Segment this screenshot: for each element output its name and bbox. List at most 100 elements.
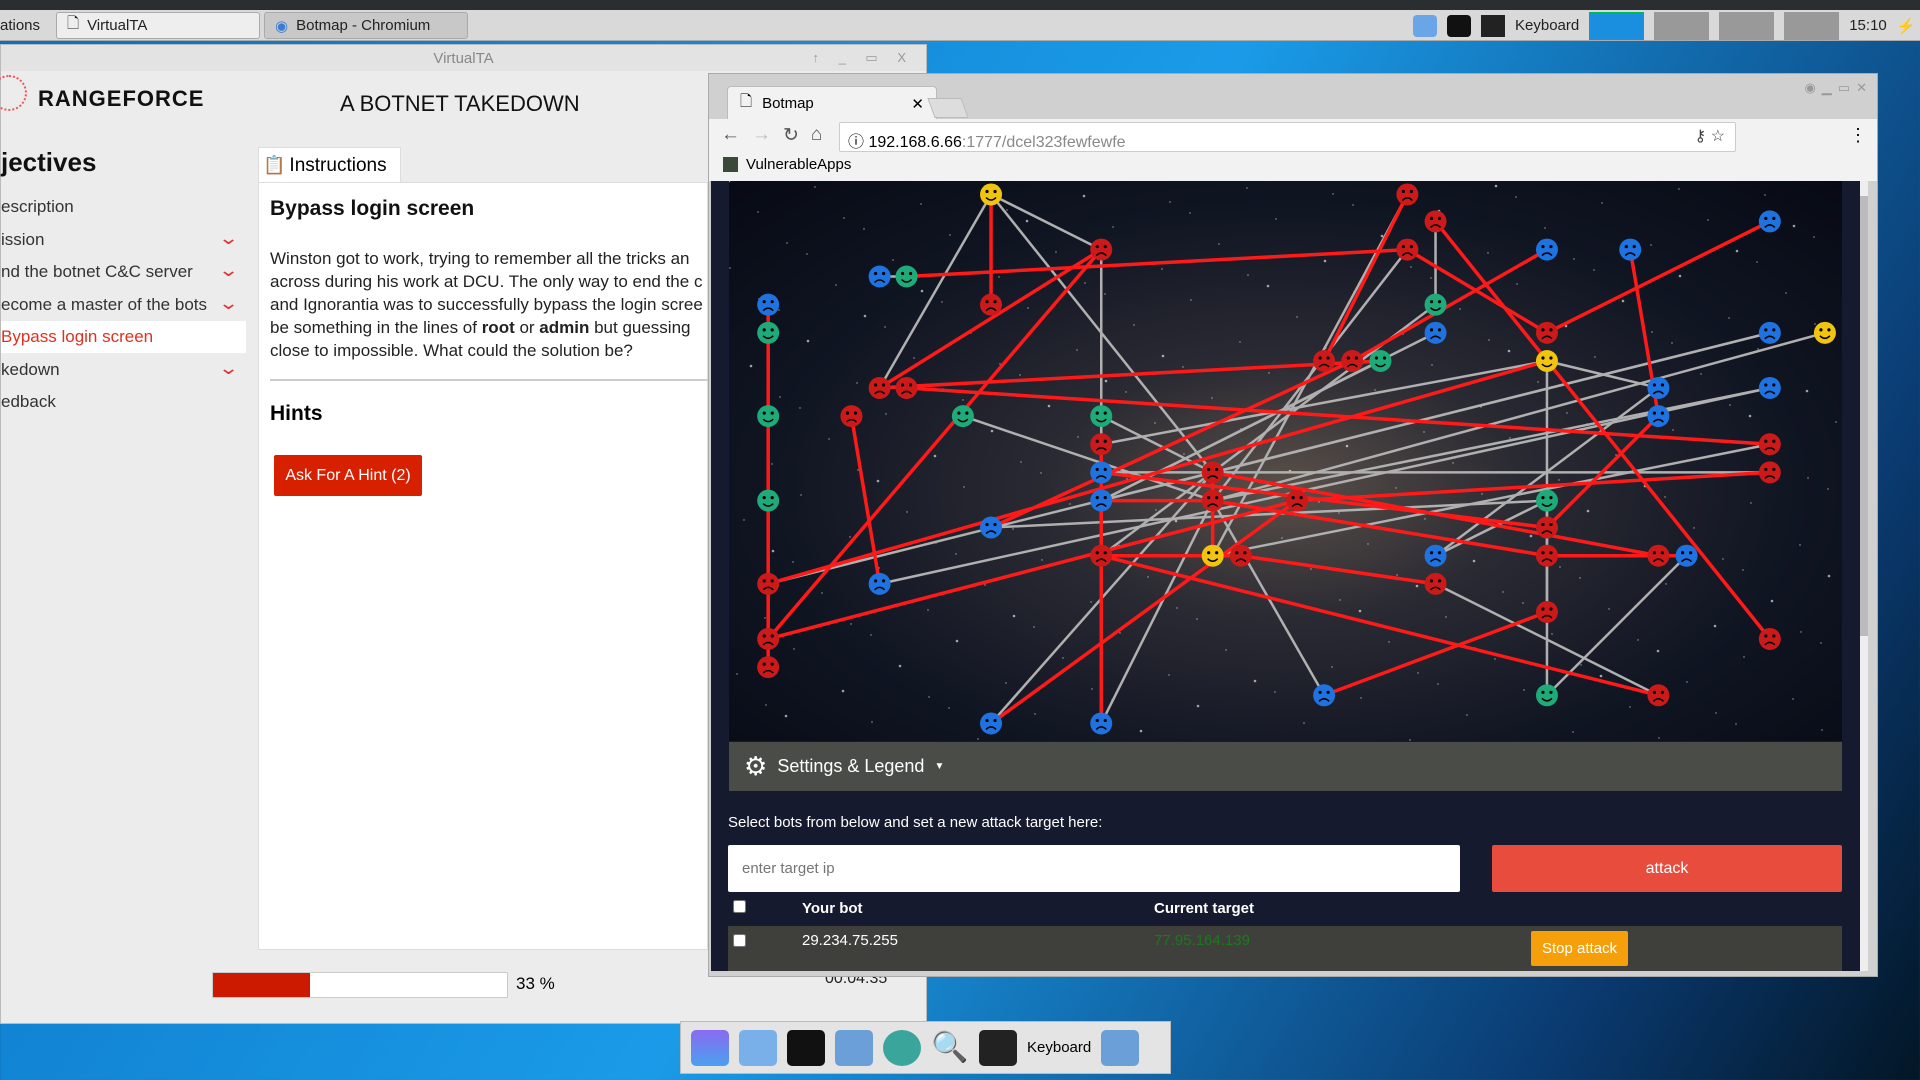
sad-bot-node[interactable] [1675,544,1698,567]
terminal-icon[interactable] [787,1029,825,1066]
angry-bot-node[interactable] [1396,238,1419,261]
angry-bot-node[interactable] [1758,461,1781,484]
chromium-icon[interactable] [739,1029,777,1066]
angry-bot-node[interactable] [1229,544,1252,567]
sad-bot-node[interactable] [757,293,780,316]
angry-bot-node[interactable] [840,405,863,428]
objective-item[interactable]: escription [1,191,246,223]
taskbar-tab-virtualta[interactable]: 🗋 VirtualTA [56,12,260,39]
close-tab-icon[interactable]: ✕ [911,95,924,113]
bookmark-vulnerableapps[interactable]: VulnerableApps [723,156,851,173]
angry-bot-node[interactable] [1647,684,1670,707]
workspace-icon[interactable] [691,1029,729,1066]
sad-bot-node[interactable] [1647,376,1670,399]
terminal-icon[interactable] [1447,14,1471,37]
reload-icon[interactable]: ↻ [783,124,799,147]
happy-bot-node[interactable] [1201,544,1224,567]
sad-bot-node[interactable] [1313,684,1336,707]
objective-item[interactable]: Bypass login screen [1,321,246,353]
angry-bot-node[interactable] [980,293,1003,316]
select-all-checkbox[interactable] [733,900,746,913]
angry-bot-node[interactable] [1647,544,1670,567]
green-bot-node[interactable] [1535,489,1558,512]
monitor-icon[interactable] [1481,14,1505,37]
workspace-3[interactable] [1719,11,1775,40]
green-bot-node[interactable] [1535,684,1558,707]
sad-bot-node[interactable] [1758,376,1781,399]
keyboard-label[interactable]: Keyboard [1027,1039,1091,1056]
angry-bot-node[interactable] [895,376,918,399]
angry-bot-node[interactable] [1201,461,1224,484]
sad-bot-node[interactable] [1424,544,1447,567]
objective-item[interactable]: nd the botnet C&C server ⌄ [1,256,246,288]
sad-bot-node[interactable] [1090,461,1113,484]
sad-bot-node[interactable] [980,712,1003,735]
sad-bot-node[interactable] [1758,210,1781,233]
tab-instructions[interactable]: 📋 Instructions [258,147,401,183]
angry-bot-node[interactable] [1535,601,1558,624]
workspace-4[interactable] [1784,11,1840,40]
taskbar-tab-chromium[interactable]: ◉ Botmap - Chromium [264,12,468,39]
botmap-canvas[interactable] [727,179,1842,741]
angry-bot-node[interactable] [868,376,891,399]
ask-hint-button[interactable]: Ask For A Hint (2) [274,455,422,496]
address-bar[interactable]: ⓘ 192.168.6.66:1777/dcel323fewfewfe ⚷ ☆ [839,122,1736,152]
angry-bot-node[interactable] [1535,321,1558,344]
sad-bot-node[interactable] [1535,238,1558,261]
green-bot-node[interactable] [895,265,918,288]
workspace-1[interactable] [1589,11,1645,40]
angry-bot-node[interactable] [1286,489,1309,512]
green-bot-node[interactable] [757,489,780,512]
network-plug-icon[interactable]: ⚡ [1897,17,1916,35]
angry-bot-node[interactable] [757,572,780,595]
stop-attack-button[interactable]: Stop attack [1531,931,1628,966]
objective-item[interactable]: kedown ⌄ [1,354,246,386]
angry-bot-node[interactable] [1758,627,1781,650]
menu-icon[interactable]: ⋮ [1849,125,1867,146]
green-bot-node[interactable] [1424,293,1447,316]
angry-bot-node[interactable] [1535,516,1558,539]
sad-bot-node[interactable] [1090,712,1113,735]
green-bot-node[interactable] [757,405,780,428]
window-controls[interactable]: ◉ ▁ ▭ ✕ [1804,80,1867,96]
chromium-launcher-icon[interactable] [1413,14,1437,37]
monitor-icon[interactable] [979,1029,1017,1066]
forward-icon[interactable]: → [752,124,771,147]
angry-bot-node[interactable] [1758,433,1781,456]
angry-bot-node[interactable] [1424,210,1447,233]
sad-bot-node[interactable] [1619,238,1642,261]
green-bot-node[interactable] [1369,350,1392,373]
new-tab-button[interactable] [927,98,969,118]
attack-button[interactable]: attack [1492,845,1842,892]
sad-bot-node[interactable] [1758,321,1781,344]
objective-item[interactable]: edback [1,386,246,418]
green-bot-node[interactable] [1090,405,1113,428]
happy-bot-node[interactable] [980,183,1003,206]
sad-bot-node[interactable] [1090,489,1113,512]
window-controls[interactable]: ↑ _ ▭ X [812,50,914,66]
sad-bot-node[interactable] [980,516,1003,539]
green-bot-node[interactable] [951,405,974,428]
objective-item[interactable]: ecome a master of the bots ⌄ [1,289,246,321]
applications-menu[interactable]: ations [0,17,40,34]
browser-tab-botmap[interactable]: 🗋 Botmap ✕ [727,86,937,120]
folder-icon[interactable] [1101,1029,1140,1066]
happy-bot-node[interactable] [1813,321,1836,344]
angry-bot-node[interactable] [1424,572,1447,595]
sad-bot-node[interactable] [1647,405,1670,428]
angry-bot-node[interactable] [1341,350,1364,373]
row-checkbox[interactable] [733,934,746,947]
angry-bot-node[interactable] [1090,544,1113,567]
green-bot-node[interactable] [757,321,780,344]
home-icon[interactable]: ⌂ [811,124,822,147]
target-ip-input[interactable] [728,845,1460,892]
sad-bot-node[interactable] [1424,321,1447,344]
sad-bot-node[interactable] [868,265,891,288]
scrollbar[interactable] [1860,181,1868,971]
angry-bot-node[interactable] [1090,433,1113,456]
settings-legend-toggle[interactable]: ⚙ Settings & Legend ▼ [729,742,1842,791]
keyboard-label[interactable]: Keyboard [1515,17,1579,34]
angry-bot-node[interactable] [757,656,780,679]
sad-bot-node[interactable] [868,572,891,595]
angry-bot-node[interactable] [1535,544,1558,567]
